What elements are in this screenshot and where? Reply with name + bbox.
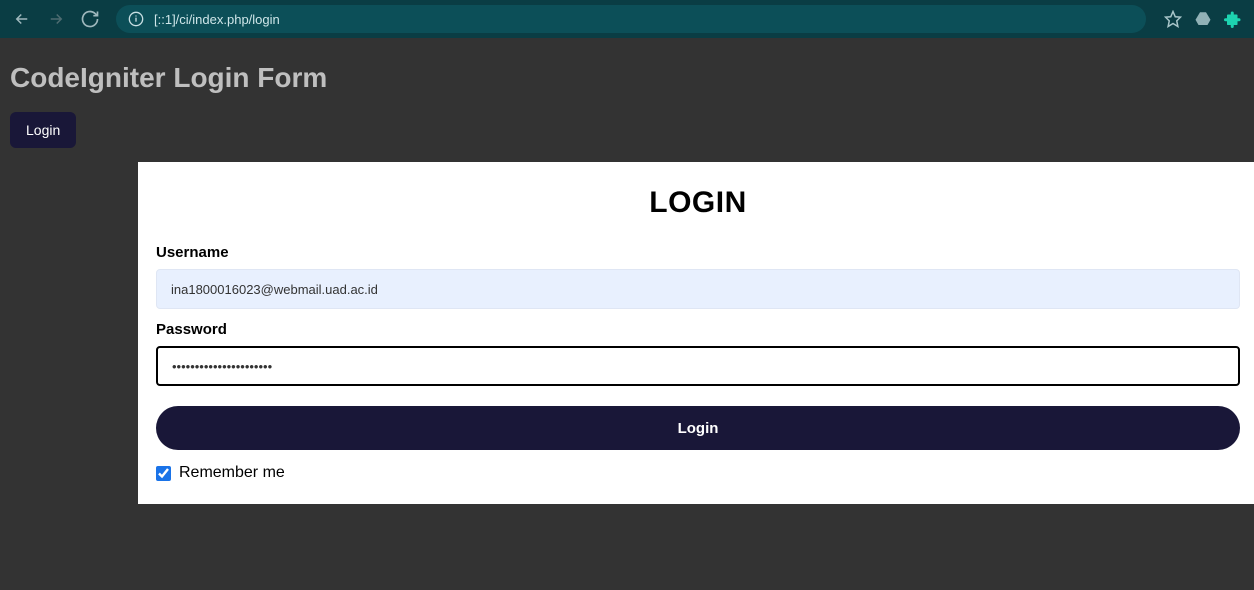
password-input[interactable] bbox=[156, 346, 1240, 386]
login-panel: LOGIN Username Password Login Remember m… bbox=[138, 162, 1254, 504]
arrow-left-icon bbox=[13, 10, 31, 28]
remember-row: Remember me bbox=[156, 464, 1240, 482]
username-group: Username bbox=[156, 244, 1240, 309]
back-button[interactable] bbox=[8, 5, 36, 33]
username-input[interactable] bbox=[156, 269, 1240, 309]
url-text: [::1]/ci/index.php/login bbox=[154, 12, 280, 27]
browser-toolbar: [::1]/ci/index.php/login bbox=[0, 0, 1254, 38]
login-heading: LOGIN bbox=[156, 176, 1240, 244]
page-title: CodeIgniter Login Form bbox=[0, 38, 1254, 112]
forward-button[interactable] bbox=[42, 5, 70, 33]
bookmark-star-icon[interactable] bbox=[1164, 10, 1182, 28]
page-body: CodeIgniter Login Form Login LOGIN Usern… bbox=[0, 38, 1254, 590]
site-info-icon[interactable] bbox=[128, 11, 144, 27]
username-label: Username bbox=[156, 244, 1240, 261]
password-group: Password bbox=[156, 321, 1240, 386]
remember-checkbox[interactable] bbox=[156, 466, 171, 481]
reload-icon bbox=[80, 9, 100, 29]
drive-icon[interactable] bbox=[1194, 10, 1212, 28]
extension-icon[interactable] bbox=[1224, 10, 1242, 28]
url-bar[interactable]: [::1]/ci/index.php/login bbox=[116, 5, 1146, 33]
nav-login-button[interactable]: Login bbox=[10, 112, 76, 148]
browser-right-icons bbox=[1164, 10, 1246, 28]
arrow-right-icon bbox=[47, 10, 65, 28]
reload-button[interactable] bbox=[76, 5, 104, 33]
password-label: Password bbox=[156, 321, 1240, 338]
login-submit-button[interactable]: Login bbox=[156, 406, 1240, 450]
remember-label: Remember me bbox=[179, 464, 285, 482]
